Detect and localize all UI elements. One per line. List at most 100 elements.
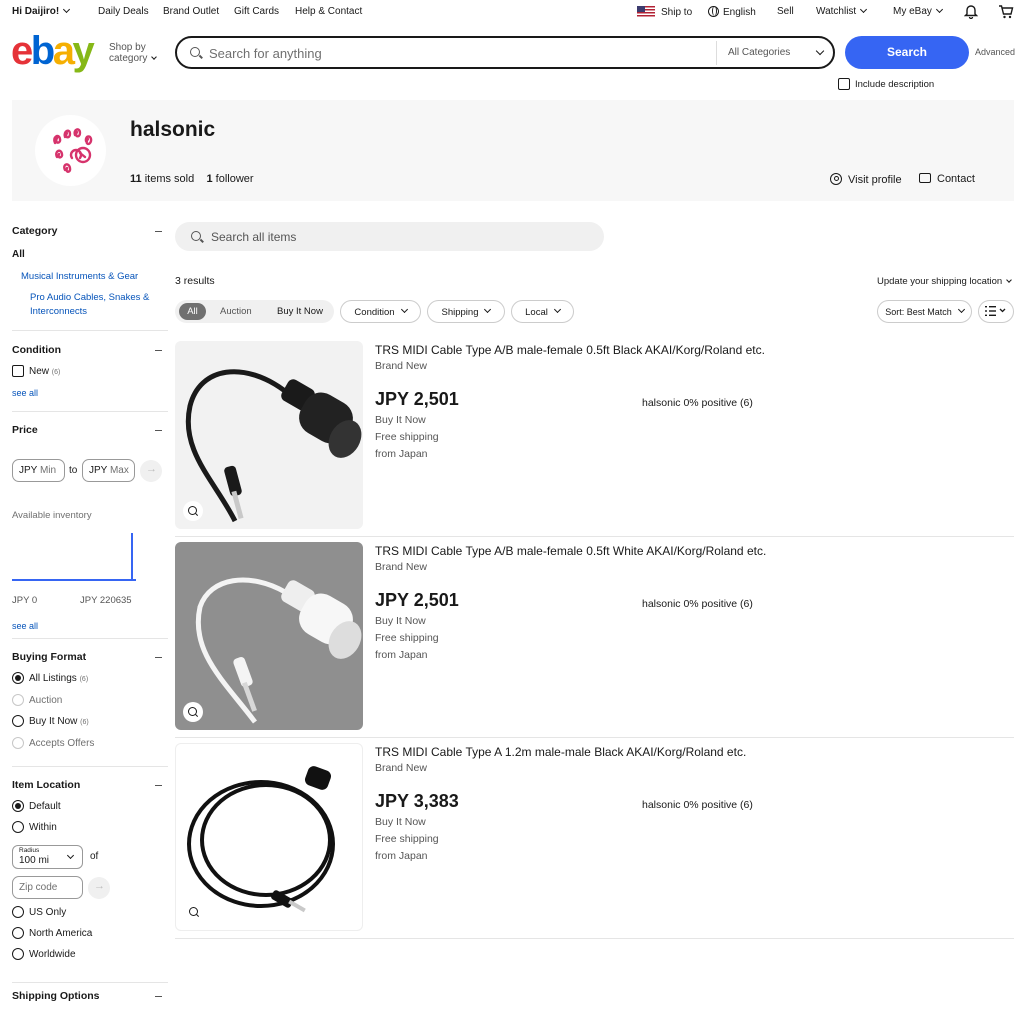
listing-image[interactable]	[175, 743, 363, 931]
list-view-icon	[985, 306, 1006, 316]
listing-image[interactable]	[175, 341, 363, 529]
collapse-icon[interactable]	[155, 350, 162, 352]
collapse-icon[interactable]	[155, 430, 162, 432]
condition-new-checkbox[interactable]: New (6)	[12, 365, 60, 377]
update-shipping-location[interactable]: Update your shipping location	[877, 276, 1013, 287]
cable-image	[187, 766, 335, 913]
search-bar[interactable]: Search for anything All Categories	[175, 36, 835, 69]
image-search-icon[interactable]	[184, 902, 204, 922]
sort-dropdown[interactable]: Sort: Best Match	[877, 300, 972, 323]
my-ebay-button[interactable]: My eBay	[893, 5, 943, 17]
listing-title[interactable]: TRS MIDI Cable Type A 1.2m male-male Bla…	[375, 745, 746, 759]
cable-image	[185, 369, 362, 523]
listing-location: from Japan	[375, 649, 428, 661]
results-count: 3 results	[175, 275, 215, 287]
advanced-search-link[interactable]: Advanced	[975, 47, 1015, 57]
collapse-icon[interactable]	[155, 657, 162, 659]
listing-card[interactable]: TRS MIDI Cable Type A/B male-female 0.5f…	[175, 542, 1014, 738]
accepts-offers-radio[interactable]: Accepts Offers	[12, 737, 94, 749]
radius-select[interactable]: Radius 100 mi	[12, 845, 83, 869]
chevron-down-icon	[484, 305, 492, 314]
store-banner: halsonic 11 items sold 1 follower Visit …	[12, 100, 1014, 201]
listing-format: Buy It Now	[375, 615, 426, 627]
search-input[interactable]: Search for anything	[209, 46, 322, 61]
zip-code-input[interactable]: Zip code	[12, 876, 83, 899]
search-button[interactable]: Search	[845, 36, 969, 69]
chevron-down-icon	[1006, 277, 1013, 283]
daily-deals-link[interactable]: Daily Deals	[98, 6, 149, 17]
auction-radio[interactable]: Auction	[12, 694, 62, 706]
price-see-all[interactable]: see all	[12, 621, 38, 631]
all-listings-radio[interactable]: All Listings (6)	[12, 672, 88, 684]
zip-submit-button[interactable]	[88, 877, 110, 899]
shop-by-category-button[interactable]: Shop by category	[109, 42, 158, 64]
listing-card[interactable]: TRS MIDI Cable Type A/B male-female 0.5f…	[175, 341, 1014, 537]
gift-cards-link[interactable]: Gift Cards	[234, 6, 279, 17]
listing-title[interactable]: TRS MIDI Cable Type A/B male-female 0.5f…	[375, 343, 765, 357]
tab-all[interactable]: All	[179, 303, 206, 320]
chevron-down-icon	[151, 54, 158, 60]
local-dropdown[interactable]: Local	[511, 300, 574, 323]
price-submit-button[interactable]	[140, 460, 162, 482]
default-radio[interactable]: Default	[12, 800, 61, 812]
buy-it-now-radio[interactable]: Buy It Now (6)	[12, 715, 89, 727]
bell-icon[interactable]	[964, 4, 978, 19]
inventory-histogram	[12, 529, 136, 581]
listing-location: from Japan	[375, 850, 428, 862]
language-button[interactable]: English	[708, 6, 756, 18]
tab-buy-it-now[interactable]: Buy It Now	[277, 300, 323, 323]
checkbox[interactable]	[838, 78, 850, 90]
include-description-checkbox[interactable]: Include description	[838, 78, 934, 90]
price-max-input[interactable]: JPY Max	[82, 459, 135, 482]
image-search-icon[interactable]	[183, 501, 203, 521]
us-only-radio[interactable]: US Only	[12, 906, 66, 918]
cable-image	[195, 577, 362, 724]
visit-profile-button[interactable]: Visit profile	[830, 173, 902, 186]
listing-title[interactable]: TRS MIDI Cable Type A/B male-female 0.5f…	[375, 544, 766, 558]
tab-auction[interactable]: Auction	[220, 300, 252, 323]
condition-dropdown[interactable]: Condition	[340, 300, 421, 323]
view-toggle[interactable]	[978, 300, 1014, 323]
buying-format-filter: Buying Format All Listings (6) Auction B…	[12, 651, 168, 749]
chevron-down-icon	[815, 46, 825, 56]
image-search-icon[interactable]	[183, 702, 203, 722]
chevron-down-icon	[66, 851, 75, 860]
condition-see-all[interactable]: see all	[12, 388, 38, 398]
store-search-bar[interactable]: Search all items	[175, 222, 604, 251]
listing-format: Buy It Now	[375, 414, 426, 426]
category-all[interactable]: All	[12, 249, 25, 260]
range-high: JPY 220635	[80, 595, 132, 606]
help-contact-link[interactable]: Help & Contact	[295, 6, 362, 17]
worldwide-radio[interactable]: Worldwide	[12, 948, 76, 960]
listing-price: JPY 3,383	[375, 791, 459, 811]
watchlist-button[interactable]: Watchlist	[816, 5, 868, 17]
collapse-icon[interactable]	[155, 785, 162, 787]
chevron-down-icon	[957, 305, 965, 314]
ship-to-button[interactable]: Ship to	[637, 6, 692, 18]
us-flag-icon	[637, 6, 655, 17]
seller-info: halsonic 0% positive (6)	[642, 598, 753, 610]
shipping-options-filter[interactable]: Shipping Options	[12, 990, 168, 1002]
brand-outlet-link[interactable]: Brand Outlet	[163, 6, 219, 17]
store-search-input[interactable]: Search all items	[211, 230, 296, 244]
listing-card[interactable]: TRS MIDI Cable Type A 1.2m male-male Bla…	[175, 743, 1014, 939]
collapse-icon[interactable]	[155, 231, 162, 233]
price-min-input[interactable]: JPY Min	[12, 459, 65, 482]
store-avatar[interactable]	[35, 115, 106, 186]
chevron-down-icon	[860, 5, 868, 14]
category-musical-instruments[interactable]: Musical Instruments & Gear	[21, 271, 138, 282]
within-radio[interactable]: Within	[12, 821, 57, 833]
cart-icon[interactable]	[998, 4, 1014, 19]
collapse-icon[interactable]	[155, 996, 162, 998]
north-america-radio[interactable]: North America	[12, 927, 92, 939]
category-select[interactable]: All Categories	[728, 47, 790, 58]
shipping-dropdown[interactable]: Shipping	[427, 300, 505, 323]
sell-link[interactable]: Sell	[777, 6, 794, 17]
chevron-down-icon	[400, 305, 408, 314]
chevron-down-icon	[935, 5, 943, 14]
greeting[interactable]: Hi Daijiro!	[12, 5, 71, 17]
ebay-logo[interactable]: ebay	[11, 31, 95, 71]
category-pro-audio-cables[interactable]: Pro Audio Cables, Snakes & Interconnects	[30, 292, 149, 317]
contact-button[interactable]: Contact	[919, 173, 975, 185]
listing-image[interactable]	[175, 542, 363, 730]
